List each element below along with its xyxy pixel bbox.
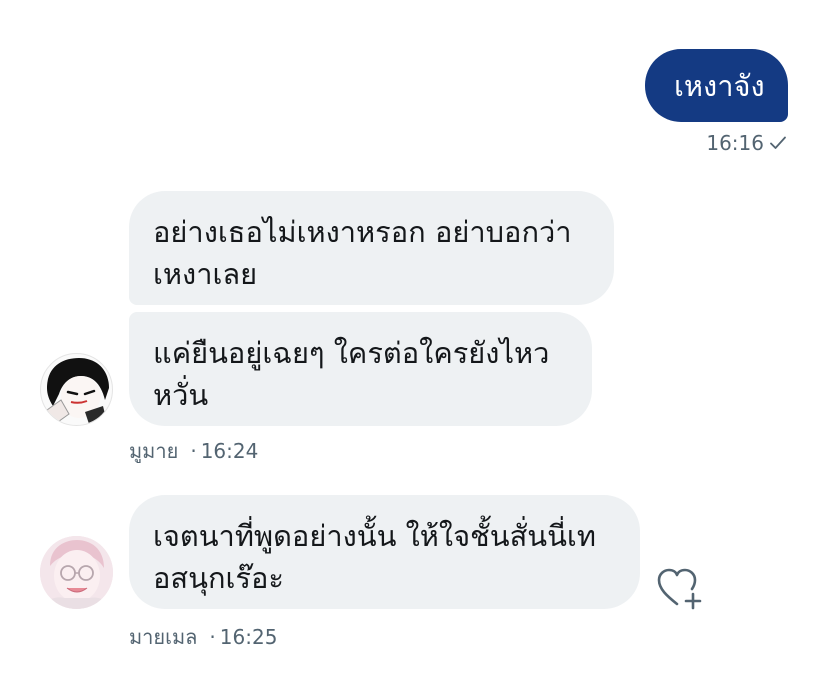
read-check-icon — [770, 136, 786, 149]
sent-message-text: เหงาจัง — [674, 69, 765, 103]
heart-plus-icon[interactable] — [655, 566, 705, 610]
sender-avatar[interactable] — [40, 353, 113, 426]
message-line: เจตนาที่พูดอย่างนั้น ให้ใจชั้นสั่นนี่เท — [153, 519, 596, 553]
message-time: 16:24 — [200, 439, 259, 463]
sender-meta: มูมาย · 16:24 — [129, 435, 258, 467]
received-message-bubble[interactable]: แค่ยืนอยู่เฉยๆ ใครต่อใครยังไหว หวั่น — [129, 312, 592, 426]
sender-meta: มายเมล · 16:25 — [129, 621, 277, 653]
message-time: 16:25 — [219, 625, 278, 649]
message-line: อสนุกเร๊อะ — [153, 561, 284, 595]
sent-message-time: 16:16 — [706, 131, 764, 155]
sent-message-bubble[interactable]: เหงาจัง — [645, 49, 788, 122]
sender-name: มายเมล — [129, 625, 198, 649]
anime-girl-avatar-icon — [46, 358, 109, 425]
message-line: เหงาเลย — [153, 257, 258, 291]
smiling-person-avatar-icon — [40, 536, 113, 609]
sent-message-meta: 16:16 — [706, 131, 786, 155]
message-line: แค่ยืนอยู่เฉยๆ ใครต่อใครยังไหว — [153, 336, 550, 370]
sender-avatar[interactable] — [40, 536, 113, 609]
message-line: อย่างเธอไม่เหงาหรอก อย่าบอกว่า — [153, 215, 572, 249]
received-message-bubble[interactable]: เจตนาที่พูดอย่างนั้น ให้ใจชั้นสั่นนี่เท … — [129, 495, 640, 609]
dot-separator: · — [209, 625, 216, 649]
message-line: หวั่น — [153, 378, 209, 412]
sender-name: มูมาย — [129, 439, 179, 463]
received-message-bubble[interactable]: อย่างเธอไม่เหงาหรอก อย่าบอกว่า เหงาเลย — [129, 191, 614, 305]
dot-separator: · — [190, 439, 197, 463]
